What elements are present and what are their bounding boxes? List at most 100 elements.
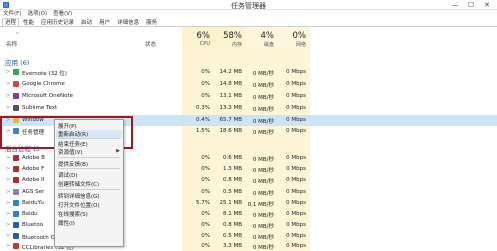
network-value: 0 Mbps [286, 117, 306, 123]
network-label: 网络 [295, 42, 306, 48]
onenote-icon [13, 93, 19, 99]
expand-arrow-icon[interactable]: > [6, 81, 10, 87]
column-header-status[interactable]: 状态 [145, 40, 156, 48]
tab-details[interactable]: 详细信息 [114, 18, 142, 26]
tab-processes[interactable]: 进程 [2, 18, 20, 26]
table-row[interactable]: > Google Chrome 0% 14.8 MB 0 MB/秒 0 Mbps [0, 79, 497, 90]
network-value: 0 Mbps [286, 211, 306, 217]
memory-value: 0.6 MB [222, 155, 242, 161]
chrome-icon [13, 81, 19, 87]
adobe-icon [13, 177, 19, 183]
memory-value: 0.5 MB [222, 189, 242, 195]
expand-arrow-icon[interactable]: > [6, 243, 10, 249]
service-icon [13, 189, 19, 195]
disk-value: 0 MB/秒 [252, 168, 274, 174]
menu-separator [58, 168, 120, 169]
tab-users[interactable]: 用户 [96, 18, 113, 26]
tab-performance[interactable]: 性能 [20, 18, 37, 26]
disk-value: 0 MB/秒 [252, 119, 274, 125]
cpu-value: 0% [201, 166, 210, 172]
expand-arrow-icon[interactable]: > [6, 69, 10, 75]
cpu-value: 5.7% [196, 200, 210, 206]
disk-value: 0.1 MB/秒 [247, 202, 274, 208]
disk-value: 0 MB/秒 [252, 157, 274, 163]
disk-label: 磁盘 [263, 42, 274, 48]
window-controls: — ☐ ✕ [447, 0, 495, 10]
menu-item-resource-values[interactable]: 资源值(V) [58, 148, 83, 156]
tab-startup[interactable]: 启动 [78, 18, 95, 26]
column-header-name[interactable]: 名称 [6, 40, 17, 48]
memory-value: 14.8 MB [219, 81, 242, 87]
expand-arrow-icon[interactable]: > [6, 233, 10, 239]
menu-item-create-dump[interactable]: 创建转储文件(C) [58, 180, 99, 188]
expand-arrow-icon[interactable]: > [6, 177, 10, 183]
cpu-header[interactable]: 6% CPU [182, 31, 214, 49]
table-row[interactable]: > Evernote (32 位) 0% 14.2 MB 0 MB/秒 0 Mb… [0, 67, 497, 78]
bluetooth-icon [13, 233, 19, 239]
cpu-value: 0% [201, 222, 210, 228]
table-row[interactable]: > Microsoft OneNote 0% 13.1 MB 0 MB/秒 0 … [0, 91, 497, 102]
expand-arrow-icon[interactable]: > [6, 93, 10, 99]
tab-strip: 进程 性能 应用历史记录 启动 用户 详细信息 服务 [0, 18, 497, 27]
collapse-chevron-icon[interactable]: ^ [15, 32, 20, 39]
process-name: Microsoft OneNote [22, 93, 73, 99]
menu-item-feedback[interactable]: 提供反馈(B) [58, 160, 88, 168]
network-value: 0 Mbps [286, 105, 306, 111]
cpu-value: 0% [201, 177, 210, 183]
maximize-button[interactable]: ☐ [463, 0, 479, 9]
cpu-value: 0% [201, 69, 210, 75]
network-value: 0 Mbps [286, 189, 306, 195]
process-name: BaiduYu [22, 200, 44, 206]
menu-item-end-task[interactable]: 结束任务(E) [58, 140, 88, 148]
menu-separator [58, 189, 120, 190]
cpu-total: 6% [196, 31, 211, 41]
menu-item-go-to-details[interactable]: 转到详细信息(G) [58, 192, 100, 200]
memory-value: 0.8 MB [222, 222, 242, 228]
memory-label: 内存 [231, 42, 242, 48]
menu-separator [58, 138, 120, 139]
memory-value: 13.1 MB [219, 93, 242, 99]
expand-arrow-icon[interactable]: > [6, 105, 10, 111]
memory-header[interactable]: 58% 内存 [214, 31, 246, 49]
menu-bar: 文件(F) 选项(O) 查看(V) [0, 10, 497, 18]
cpu-value: 0.4% [196, 117, 210, 123]
process-name: Adobe II [22, 177, 45, 183]
menu-view[interactable]: 查看(V) [53, 10, 72, 18]
memory-value: 65.7 MB [219, 117, 242, 123]
expand-arrow-icon[interactable]: > [6, 166, 10, 172]
memory-value: 18.6 MB [219, 128, 242, 134]
process-name: AGS Ser [22, 189, 45, 195]
tab-services[interactable]: 服务 [143, 18, 160, 26]
expand-arrow-icon[interactable]: > [6, 189, 10, 195]
disk-value: 0 MB/秒 [252, 245, 274, 251]
disk-total: 4% [260, 31, 275, 41]
network-header[interactable]: 0% 网络 [278, 31, 310, 49]
close-button[interactable]: ✕ [479, 0, 495, 9]
expand-arrow-icon[interactable]: > [6, 211, 10, 217]
expand-arrow-icon[interactable]: > [6, 200, 10, 206]
network-value: 0 Mbps [286, 81, 306, 87]
network-value: 0 Mbps [286, 177, 306, 183]
expand-arrow-icon[interactable]: > [6, 155, 10, 161]
expand-arrow-icon[interactable]: > [6, 222, 10, 228]
disk-header[interactable]: 4% 磁盘 [246, 31, 278, 49]
menu-separator [58, 157, 120, 158]
table-row[interactable]: > Sublime Text 0.3% 13.3 MB 0 MB/秒 0 Mbp… [0, 103, 497, 114]
memory-value: 25.1 MB [219, 200, 242, 206]
network-value: 0 Mbps [286, 222, 306, 228]
menu-item-open-file-location[interactable]: 打开文件位置(O) [58, 201, 100, 209]
menu-item-expand[interactable]: 展开(P) [58, 122, 77, 130]
context-menu: 展开(P) 重新启动(R) 结束任务(E) 资源值(V) ▶ 提供反馈(B) 调… [54, 119, 124, 247]
menu-file[interactable]: 文件(F) [3, 10, 21, 18]
bluetooth-icon [13, 222, 19, 228]
disk-value: 0 MB/秒 [252, 95, 274, 101]
tab-app-history[interactable]: 应用历史记录 [38, 18, 77, 26]
cpu-value: 0% [201, 233, 210, 239]
menu-item-restart[interactable]: 重新启动(R) [56, 130, 122, 138]
menu-item-debug[interactable]: 调试(D) [58, 171, 78, 179]
minimize-button[interactable]: — [447, 0, 463, 9]
menu-options[interactable]: 选项(O) [27, 10, 47, 18]
process-name: Evernote (32 位) [22, 71, 67, 77]
menu-item-search-online[interactable]: 在线搜索(S) [58, 210, 88, 218]
menu-item-properties[interactable]: 属性(I) [58, 219, 75, 227]
